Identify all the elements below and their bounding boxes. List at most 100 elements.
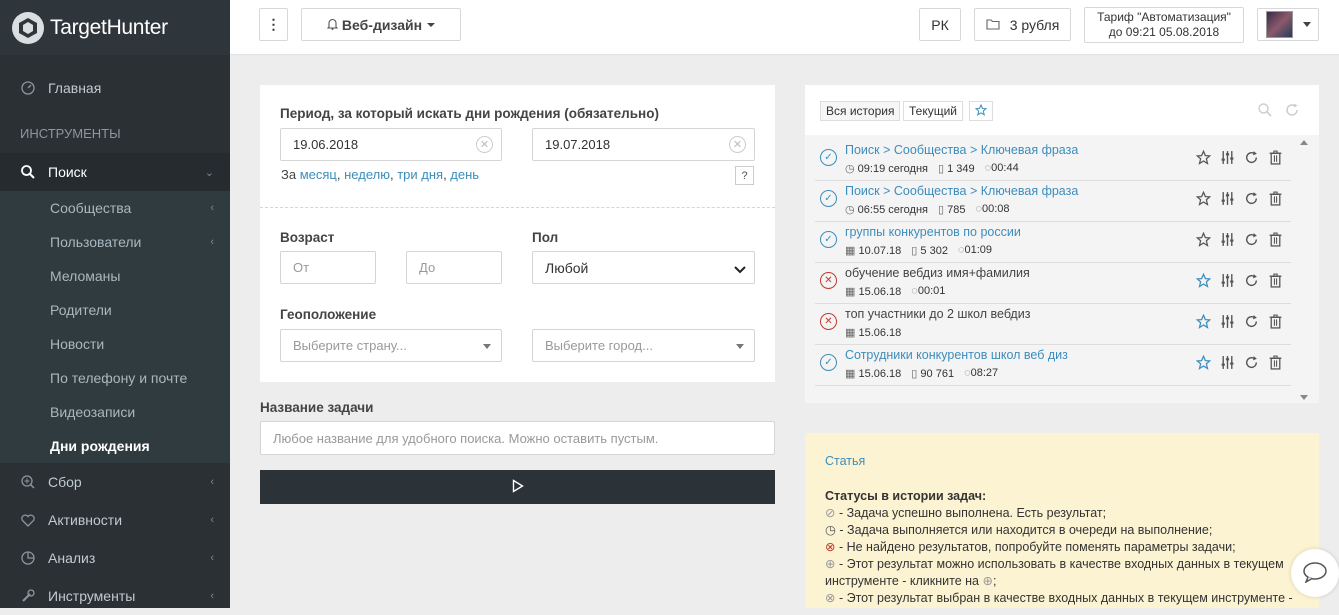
tab-all-history[interactable]: Вся история	[820, 101, 901, 121]
trash-icon[interactable]	[1268, 231, 1283, 247]
sidebar-item-search[interactable]: Поиск ⌄	[0, 153, 230, 191]
settings-sliders-icon[interactable]	[1220, 190, 1235, 206]
heart-icon	[20, 512, 36, 528]
search-icon[interactable]	[1258, 103, 1272, 120]
star-icon[interactable]	[1196, 149, 1211, 165]
history-row[interactable]: ✓ группы конкурентов по россии ▦ 10.07.18 ▯…	[815, 222, 1291, 263]
sidebar-item-tools[interactable]: Инструменты ‹	[0, 577, 230, 615]
legend-text-suffix: ;	[992, 574, 997, 588]
sidebar-subitem-birthdays[interactable]: Дни рождения	[0, 429, 230, 463]
help-button[interactable]: ?	[735, 166, 754, 185]
repeat-icon[interactable]	[1244, 272, 1259, 288]
repeat-icon[interactable]	[1244, 190, 1259, 206]
history-row-title[interactable]: Поиск > Сообщества > Ключевая фраза	[845, 184, 1078, 198]
scrollbar[interactable]	[1298, 140, 1310, 400]
sidebar-subitem-users[interactable]: Пользователи ‹	[0, 225, 230, 259]
history-row-actions	[1196, 354, 1283, 370]
sidebar-item-home[interactable]: Главная	[0, 69, 230, 107]
repeat-icon[interactable]	[1244, 231, 1259, 247]
balance-button[interactable]: 3 рубля	[974, 8, 1071, 41]
trash-icon[interactable]	[1268, 313, 1283, 329]
user-menu-button[interactable]	[1257, 8, 1319, 41]
history-row-title[interactable]: Поиск > Сообщества > Ключевая фраза	[845, 143, 1078, 157]
dashboard-icon	[20, 80, 36, 96]
quick-link-three-days[interactable]: три дня	[397, 167, 443, 182]
settings-sliders-icon[interactable]	[1220, 149, 1235, 165]
sidebar-item-analysis[interactable]: Анализ ‹	[0, 539, 230, 577]
settings-sliders-icon[interactable]	[1220, 354, 1235, 370]
settings-sliders-icon[interactable]	[1220, 231, 1235, 247]
sidebar-subitem-phone-email[interactable]: По телефону и почте	[0, 361, 230, 395]
sidebar-subitem-label: Дни рождения	[50, 438, 150, 454]
error-circle-icon: ✕	[820, 313, 837, 330]
chat-button[interactable]	[1291, 549, 1339, 597]
trash-icon[interactable]	[1268, 149, 1283, 165]
repeat-icon[interactable]	[1244, 149, 1259, 165]
star-icon[interactable]	[1196, 313, 1211, 329]
legend-text: - Этот результат можно использовать в ка…	[825, 557, 1284, 588]
run-button[interactable]	[260, 470, 775, 504]
meta-duration-value: 00:01	[917, 285, 946, 297]
favorites-filter-button[interactable]	[969, 101, 993, 121]
sidebar-subitem-videos[interactable]: Видеозаписи	[0, 395, 230, 429]
history-row[interactable]: ✕ обучение вебдиз имя+фамилия ▦ 15.06.18 ◌0…	[815, 263, 1291, 304]
star-icon[interactable]	[1196, 354, 1211, 370]
sex-select[interactable]: Любой	[532, 251, 755, 284]
meta-duration: ◌00:08	[975, 203, 1009, 216]
sidebar-subitem-music-lovers[interactable]: Меломаны	[0, 259, 230, 293]
sidebar-subitem-news[interactable]: Новости	[0, 327, 230, 361]
quick-link-week[interactable]: неделю	[344, 167, 390, 182]
trash-icon[interactable]	[1268, 272, 1283, 288]
logo[interactable]: TargetHunter	[0, 0, 230, 55]
star-icon[interactable]	[1196, 190, 1211, 206]
city-select[interactable]: Выберите город...	[532, 329, 755, 362]
project-select-button[interactable]: Веб-дизайн	[301, 8, 461, 41]
history-row[interactable]: ✓ Поиск > Сообщества > Ключевая фраза ◷ 06…	[815, 181, 1291, 222]
tab-current[interactable]: Текущий	[903, 101, 963, 121]
star-icon[interactable]	[1196, 272, 1211, 288]
status-legend-heading: Статусы в истории задач:	[825, 489, 987, 503]
trash-icon[interactable]	[1268, 190, 1283, 206]
refresh-icon[interactable]	[1285, 103, 1299, 120]
menu-dots-button[interactable]: ⋮	[259, 8, 288, 41]
meta-duration-value: 08:27	[970, 367, 999, 379]
meta-time-value: 10.07.18	[858, 245, 902, 257]
search-form-panel: Период, за который искать дни рождения (…	[260, 85, 775, 382]
repeat-icon[interactable]	[1244, 354, 1259, 370]
trash-icon[interactable]	[1268, 354, 1283, 370]
settings-sliders-icon[interactable]	[1220, 272, 1235, 288]
quick-link-month[interactable]: месяц	[300, 167, 337, 182]
bell-icon	[326, 17, 339, 33]
sidebar-subitem-communities[interactable]: Сообщества ‹	[0, 191, 230, 225]
history-row-actions	[1196, 149, 1283, 165]
sidebar-item-collect[interactable]: Сбор ‹	[0, 463, 230, 501]
clear-icon[interactable]: ✕	[476, 136, 493, 153]
article-link[interactable]: Статья	[825, 454, 865, 468]
balance-value: 3 рубля	[1009, 16, 1060, 33]
history-row-title: топ участники до 2 школ вебдиз	[845, 307, 1031, 321]
clock-icon: ◷	[845, 163, 855, 175]
history-row[interactable]: ✕ топ участники до 2 школ вебдиз ▦ 15.06.1…	[815, 304, 1291, 345]
age-from-field[interactable]: От	[280, 251, 376, 284]
date-from-field[interactable]: 19.06.2018 ✕	[280, 128, 502, 161]
repeat-icon[interactable]	[1244, 313, 1259, 329]
task-name-input[interactable]: Любое название для удобного поиска. Можн…	[260, 421, 775, 455]
quick-period-prefix: За	[281, 167, 297, 182]
country-select[interactable]: Выберите страну...	[280, 329, 502, 362]
region-button[interactable]: РК	[919, 8, 961, 41]
history-row[interactable]: ✓ Поиск > Сообщества > Ключевая фраза ◷ 09…	[815, 140, 1291, 181]
sidebar-item-activity[interactable]: Активности ‹	[0, 501, 230, 539]
geo-label: Геоположение	[280, 307, 377, 322]
tariff-button[interactable]: Тариф "Автоматизация" до 09:21 05.08.201…	[1084, 7, 1244, 43]
age-to-field[interactable]: До	[406, 251, 502, 284]
meta-time-value: 09:19 сегодня	[857, 163, 928, 175]
clear-icon[interactable]: ✕	[729, 136, 746, 153]
history-row-title[interactable]: группы конкурентов по россии	[845, 225, 1021, 239]
sidebar-subitem-parents[interactable]: Родители	[0, 293, 230, 327]
settings-sliders-icon[interactable]	[1220, 313, 1235, 329]
history-row-title[interactable]: Сотрудники конкурентов школ веб диз	[845, 348, 1068, 362]
history-row[interactable]: ✓ Сотрудники конкурентов школ веб диз ▦ 15…	[815, 345, 1291, 386]
star-icon[interactable]	[1196, 231, 1211, 247]
date-to-field[interactable]: 19.07.2018 ✕	[532, 128, 755, 161]
quick-link-day[interactable]: день	[450, 167, 479, 182]
